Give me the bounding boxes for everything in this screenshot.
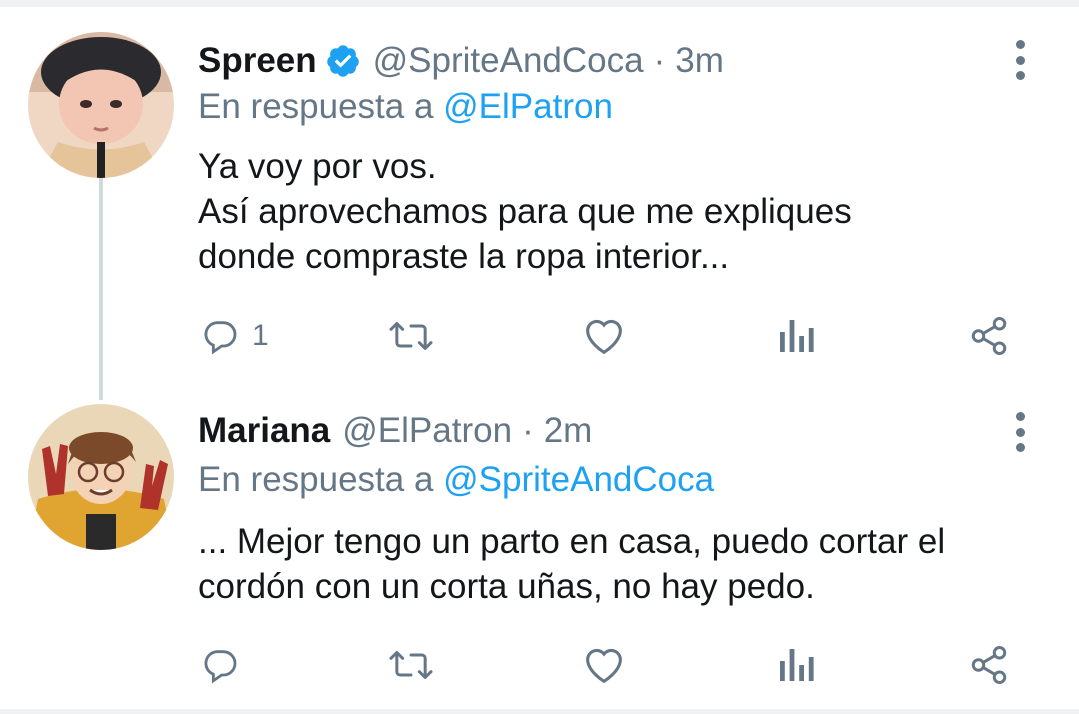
tweet-header: Mariana @ElPatron · 2m [198,411,592,451]
heart-icon [586,319,622,355]
analytics-icon [780,320,814,352]
share-icon [971,317,1007,355]
reply-mention[interactable]: @SpriteAndCoca [443,460,714,499]
reply-context: En respuesta a @ElPatron [198,87,613,127]
tweet-actions [0,640,1079,690]
tweet-text: ... Mejor tengo un parto en casa, puedo … [198,519,1058,609]
more-vertical-icon[interactable] [1002,40,1038,80]
verified-badge-icon [325,43,361,79]
timestamp[interactable]: 2m [544,411,593,451]
avatar-illustration-peace-sign [28,404,174,550]
reply-icon [204,650,237,684]
top-divider [0,0,1079,7]
share-icon [971,646,1007,684]
tweet-text-line: Ya voy por vos. [198,147,437,186]
tweet-text-line: Así aprovechamos para que me expliques [198,192,852,231]
separator-dot: · [522,411,534,450]
analytics-icon [780,649,814,681]
like-button[interactable] [582,311,626,361]
retweet-icon [389,322,433,350]
tweet-header: Spreen @SpriteAndCoca · 3m [198,41,724,81]
reply-mention[interactable]: @ElPatron [443,87,613,126]
reply-prefix: En respuesta a [198,460,444,499]
share-button[interactable] [968,311,1010,361]
retweet-icon [389,651,433,679]
reply-context: En respuesta a @SpriteAndCoca [198,460,714,500]
reply-icon [204,321,237,355]
display-name[interactable]: Mariana [198,411,330,451]
timestamp[interactable]: 3m [675,41,724,81]
share-button[interactable] [968,640,1010,690]
retweet-button[interactable] [386,311,436,361]
more-vertical-icon[interactable] [1002,412,1038,452]
tweet-text-line: donde compraste la ropa interior... [198,237,730,276]
analytics-button[interactable] [778,640,814,690]
avatar-mariana[interactable] [28,404,174,550]
display-name[interactable]: Spreen [198,41,317,81]
tweet-text-line: ... Mejor tengo un parto en casa, puedo … [198,522,946,561]
separator-dot: · [653,41,666,80]
avatar-illustration-boy [28,32,174,178]
retweet-button[interactable] [386,640,436,690]
user-handle[interactable]: @SpriteAndCoca [373,41,644,81]
reply-prefix: En respuesta a [198,87,444,126]
like-button[interactable] [582,640,626,690]
reply-button[interactable] [200,640,252,690]
reply-count: 1 [252,319,269,352]
tweet-actions: 1 [0,311,1079,361]
user-handle[interactable]: @ElPatron [342,411,512,451]
tweet-text: Ya voy por vos. Así aprovechamos para qu… [198,144,1058,279]
bottom-divider [0,709,1079,714]
reply-button[interactable]: 1 [200,311,269,361]
tweet-text-line: cordón con un corta uñas, no hay pedo. [198,567,815,606]
avatar-spreen[interactable] [28,32,174,178]
analytics-button[interactable] [778,311,814,361]
heart-icon [586,648,622,684]
thread-connector-line [99,178,103,400]
